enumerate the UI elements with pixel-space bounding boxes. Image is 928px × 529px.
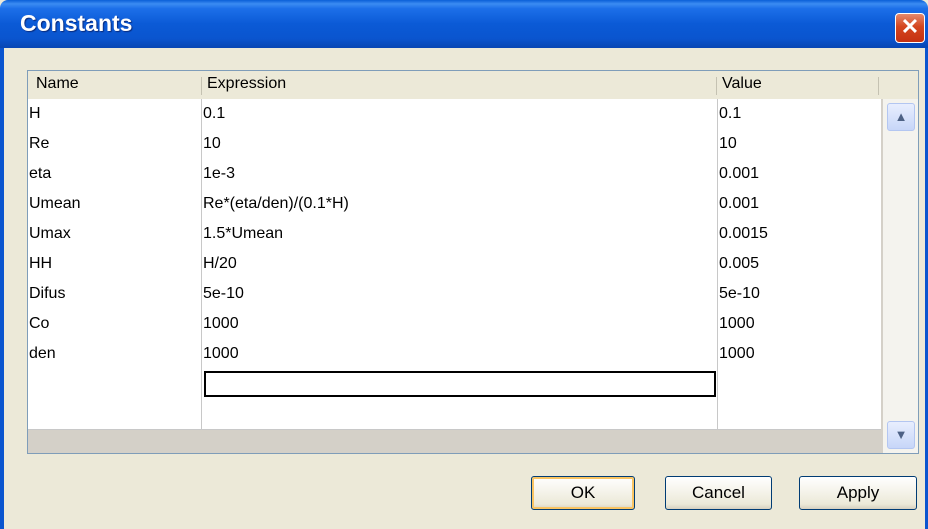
value-cell[interactable] [718,399,881,429]
table-row[interactable]: H 0.1 0.1 [28,99,881,130]
scroll-up-button[interactable]: ▲ [887,103,915,131]
value-cell[interactable]: 0.001 [718,159,881,189]
name-cell[interactable]: Difus [28,279,202,309]
column-divider[interactable] [878,77,879,95]
table-row[interactable]: Difus 5e-10 5e-10 [28,279,881,310]
column-header-value[interactable]: Value [722,75,762,93]
value-cell[interactable]: 0.1 [718,99,881,129]
table-row[interactable] [28,399,881,430]
expression-cell[interactable]: 10 [202,129,718,159]
constants-dialog: Constants ✕ Name Expression Value H 0.1 0.… [0,0,928,529]
value-cell[interactable]: 0.0015 [718,219,881,249]
value-cell[interactable]: 1000 [718,339,881,369]
expression-cell[interactable]: 1e-3 [202,159,718,189]
apply-button[interactable]: Apply [799,476,917,510]
value-cell[interactable]: 1000 [718,309,881,339]
name-cell[interactable]: Umax [28,219,202,249]
table-row[interactable]: eta 1e-3 0.001 [28,159,881,190]
expression-cell[interactable]: 1000 [202,339,718,369]
value-cell[interactable]: 0.001 [718,189,881,219]
name-cell[interactable]: den [28,339,202,369]
scroll-down-button[interactable]: ▼ [887,421,915,449]
value-cell[interactable] [718,369,881,399]
value-cell[interactable]: 0.005 [718,249,881,279]
name-cell[interactable]: Re [28,129,202,159]
table-row[interactable]: den 1000 1000 [28,339,881,370]
table-row[interactable]: Umax 1.5*Umean 0.0015 [28,219,881,250]
name-cell[interactable] [28,369,202,399]
close-icon: ✕ [900,14,920,39]
expression-cell[interactable]: 5e-10 [202,279,718,309]
name-cell[interactable]: Umean [28,189,202,219]
column-divider[interactable] [201,77,202,95]
window-border-left [0,48,4,529]
name-cell[interactable]: HH [28,249,202,279]
expression-cell[interactable] [202,399,718,429]
close-button[interactable]: ✕ [895,13,925,43]
value-cell[interactable]: 5e-10 [718,279,881,309]
name-cell[interactable]: H [28,99,202,129]
name-cell[interactable]: Co [28,309,202,339]
ok-button[interactable]: OK [531,476,635,510]
cancel-button[interactable]: Cancel [665,476,772,510]
dialog-title: Constants [20,10,133,36]
column-header-expression[interactable]: Expression [207,75,286,93]
column-divider[interactable] [716,77,717,95]
name-cell[interactable] [28,399,202,429]
chevron-up-icon: ▲ [894,109,908,124]
table-row[interactable]: Umean Re*(eta/den)/(0.1*H) 0.001 [28,189,881,220]
table-row[interactable]: HH H/20 0.005 [28,249,881,280]
title-bar[interactable]: Constants ✕ [0,0,928,48]
expression-cell[interactable]: 1000 [202,309,718,339]
expression-cell[interactable]: 1.5*Umean [202,219,718,249]
column-header-name[interactable]: Name [36,75,79,93]
expression-cell[interactable]: Re*(eta/den)/(0.1*H) [202,189,718,219]
name-cell[interactable]: eta [28,159,202,189]
constants-table: Name Expression Value H 0.1 0.1 Re 10 10 eta 1e… [27,70,919,454]
chevron-down-icon: ▼ [894,427,908,442]
table-row[interactable]: Co 1000 1000 [28,309,881,340]
table-row[interactable] [28,369,881,400]
expression-edit-field[interactable] [204,371,716,397]
table-header: Name Expression Value [28,71,918,99]
vertical-scrollbar[interactable]: ▲ ▼ [883,99,918,453]
value-cell[interactable]: 10 [718,129,881,159]
expression-cell[interactable]: 0.1 [202,99,718,129]
table-row[interactable]: Re 10 10 [28,129,881,160]
expression-cell[interactable]: H/20 [202,249,718,279]
